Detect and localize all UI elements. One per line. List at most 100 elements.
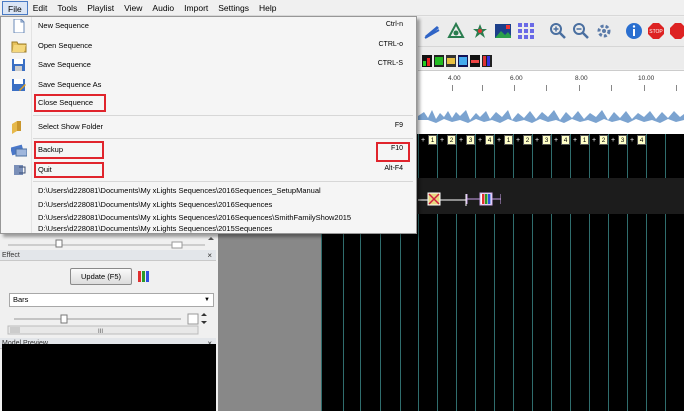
beat-markers: +1 +2 +3 +4 +1 +2 +3 +4 +1 +2 +3 +4 xyxy=(418,134,646,146)
update-button[interactable]: Update (F5) xyxy=(70,268,132,285)
menu-audio[interactable]: Audio xyxy=(147,1,179,15)
menu-item-open-sequence[interactable]: Open Sequence CTRL-o xyxy=(1,39,416,54)
menu-view[interactable]: View xyxy=(119,1,147,15)
grid-icon[interactable] xyxy=(516,21,536,41)
timeline-ruler[interactable]: 4.00 6.00 8.00 10.00 xyxy=(418,70,684,98)
recent-path: D:\Users\d228081\Documents\My xLights Se… xyxy=(38,213,352,222)
pen-icon[interactable] xyxy=(422,21,442,41)
info-icon[interactable] xyxy=(624,21,644,41)
tick-mark xyxy=(644,85,645,91)
zoom-out-icon[interactable] xyxy=(571,21,591,41)
effect-select[interactable]: Bars ▼ xyxy=(9,293,214,307)
menu-tools[interactable]: Tools xyxy=(52,1,82,15)
menu-playlist[interactable]: Playlist xyxy=(82,1,119,15)
effects-palette-icon[interactable] xyxy=(422,55,514,67)
menu-item-recent-4[interactable]: D:\Users\d228081\Documents\My xLights Se… xyxy=(1,222,416,237)
highlight-box-close xyxy=(34,94,106,112)
menu-file[interactable]: File xyxy=(2,0,28,15)
svg-text:III: III xyxy=(98,329,103,335)
menu-item-label: Select Show Folder xyxy=(38,122,104,131)
beat-marker[interactable]: +3 xyxy=(532,134,551,146)
beat-marker[interactable]: +1 xyxy=(570,134,589,146)
menu-item-save-sequence-as[interactable]: Save Sequence As xyxy=(1,78,416,93)
grid-line xyxy=(627,134,628,411)
effect-slider-row[interactable]: III xyxy=(6,313,214,335)
audio-waveform[interactable] xyxy=(418,98,684,134)
menu-import[interactable]: Import xyxy=(179,1,213,15)
menu-item-label: New Sequence xyxy=(38,21,89,30)
chevron-down-icon: ▼ xyxy=(204,297,210,303)
grid-line xyxy=(494,134,495,411)
effect-panel-label: Effect xyxy=(2,252,20,259)
grid-line xyxy=(665,134,666,411)
grid-line xyxy=(608,134,609,411)
menu-help[interactable]: Help xyxy=(254,1,281,15)
stop-icon[interactable]: STOP xyxy=(646,21,666,41)
tick-mark xyxy=(611,85,612,91)
fan-icon[interactable] xyxy=(446,21,466,41)
menu-item-shortcut: Alt-F4 xyxy=(384,165,403,172)
grid-line xyxy=(646,134,647,411)
gear-icon[interactable] xyxy=(594,21,614,41)
model-preview-canvas[interactable] xyxy=(2,344,216,411)
menu-item-shortcut: CTRL-S xyxy=(377,60,403,67)
tick-label: 8.00 xyxy=(575,75,588,82)
close-icon[interactable]: × xyxy=(207,250,212,261)
backup-icon xyxy=(11,144,27,157)
secondary-toolbar xyxy=(418,47,684,69)
tick-mark xyxy=(452,85,453,91)
grid-line xyxy=(570,134,571,411)
slider-remnant[interactable] xyxy=(0,235,218,249)
menu-item-save-sequence[interactable]: Save Sequence CTRL-S xyxy=(1,58,416,73)
highlight-box-quit xyxy=(34,162,104,178)
grid-line xyxy=(513,134,514,411)
beat-marker[interactable]: +4 xyxy=(627,134,646,146)
open-folder-icon xyxy=(11,41,27,53)
menu-item-shortcut: F9 xyxy=(394,122,403,129)
tick-mark xyxy=(514,85,515,91)
beat-marker[interactable]: +1 xyxy=(418,134,437,146)
tick-label: 6.00 xyxy=(510,75,523,82)
picture-icon[interactable] xyxy=(493,21,513,41)
menu-item-label: Open Sequence xyxy=(38,41,93,50)
beat-marker[interactable]: +3 xyxy=(608,134,627,146)
beat-marker[interactable]: +3 xyxy=(456,134,475,146)
grid-line xyxy=(532,134,533,411)
grid-line xyxy=(418,134,419,411)
menu-item-label: Save Sequence xyxy=(38,60,91,69)
beat-marker[interactable]: +1 xyxy=(494,134,513,146)
recent-path: D:\Users\d228081\Documents\My xLights Se… xyxy=(38,186,321,195)
menu-edit[interactable]: Edit xyxy=(28,1,53,15)
main-toolbar: STOP xyxy=(418,17,684,47)
grid-line xyxy=(475,134,476,411)
save-icon xyxy=(12,59,25,71)
grid-line xyxy=(456,134,457,411)
grid-line xyxy=(437,134,438,411)
beat-marker[interactable]: +4 xyxy=(475,134,494,146)
tick-mark xyxy=(579,85,580,91)
menu-item-select-show-folder[interactable]: Select Show Folder F9 xyxy=(1,120,416,135)
star-icon[interactable] xyxy=(470,21,490,41)
menubar: File Edit Tools Playlist View Audio Impo… xyxy=(0,0,684,16)
tick-mark xyxy=(482,85,483,91)
tick-mark xyxy=(676,85,677,91)
zoom-in-icon[interactable] xyxy=(548,21,568,41)
file-menu-dropdown: New Sequence Ctrl-n Open Sequence CTRL-o… xyxy=(0,16,417,234)
beat-marker[interactable]: +2 xyxy=(437,134,456,146)
menu-item-shortcut: CTRL-o xyxy=(378,41,403,48)
effect-block-selected[interactable] xyxy=(418,190,468,210)
beat-marker[interactable]: +2 xyxy=(589,134,608,146)
recent-path: D:\Users\d228081\Documents\My xLights Se… xyxy=(38,200,273,209)
grid-line xyxy=(589,134,590,411)
recent-path: D:\Users\d228081\Documents\My xLights Se… xyxy=(38,224,273,233)
menu-item-recent-1[interactable]: D:\Users\d228081\Documents\My xLights Se… xyxy=(1,184,416,199)
highlight-box-backup-shortcut xyxy=(376,142,410,162)
menu-item-new-sequence[interactable]: New Sequence Ctrl-n xyxy=(1,19,416,34)
bars-effect-icon xyxy=(138,271,150,282)
stop-icon-2[interactable] xyxy=(668,21,684,41)
menu-item-label: Save Sequence As xyxy=(38,80,102,89)
quit-icon xyxy=(14,165,26,175)
menu-settings[interactable]: Settings xyxy=(213,1,254,15)
beat-marker[interactable]: +2 xyxy=(513,134,532,146)
beat-marker[interactable]: +4 xyxy=(551,134,570,146)
